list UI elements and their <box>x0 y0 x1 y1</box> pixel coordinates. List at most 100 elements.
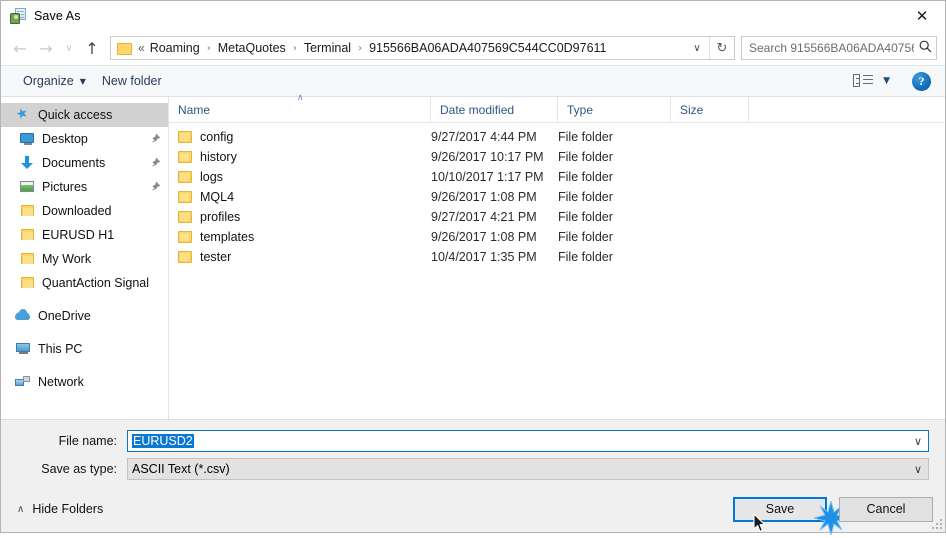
dialog-footer: ∧ Hide Folders Save Cancel <box>1 486 945 537</box>
column-header-label: Name <box>178 102 211 117</box>
breadcrumb: « Roaming › MetaQuotes › Terminal › 9155… <box>138 41 685 55</box>
sidebar-item-this-pc[interactable]: This PC <box>1 337 168 361</box>
column-header-label: Type <box>567 102 594 117</box>
file-type-cell: File folder <box>558 210 613 224</box>
chevron-up-icon: ∧ <box>17 503 25 515</box>
recent-locations-button[interactable]: ∨ <box>59 35 79 61</box>
hide-folders-button[interactable]: ∧ Hide Folders <box>11 502 103 516</box>
breadcrumb-item-terminal[interactable]: Terminal <box>301 41 354 55</box>
column-header-type[interactable]: Type <box>558 97 671 122</box>
file-type-cell: File folder <box>558 130 613 144</box>
chevron-down-icon[interactable]: ∨ <box>908 463 928 476</box>
table-row[interactable]: templates 9/26/2017 1:08 PM File folder <box>169 227 945 247</box>
pictures-icon <box>19 179 36 195</box>
file-date-cell: 9/26/2017 1:08 PM <box>431 230 537 244</box>
table-row[interactable]: MQL4 9/26/2017 1:08 PM File folder <box>169 187 945 207</box>
pin-icon[interactable] <box>147 131 163 147</box>
file-name-input[interactable]: EURUSD2 ∨ <box>127 430 929 452</box>
back-button[interactable]: ← <box>7 35 33 61</box>
breadcrumb-item-terminal-id[interactable]: 915566BA06ADA407569C544CC0D97611 <box>366 41 609 55</box>
title-bar: Save As ✕ <box>1 1 945 31</box>
network-icon <box>15 374 32 390</box>
breadcrumb-item-roaming[interactable]: Roaming <box>147 41 203 55</box>
sidebar-item-quantaction-signal[interactable]: QuantAction Signal <box>1 271 168 295</box>
pin-icon[interactable] <box>147 155 163 171</box>
file-type-cell: File folder <box>558 170 613 184</box>
sidebar-divider <box>1 295 168 304</box>
search-input[interactable]: Search 915566BA06ADA40756... <box>741 36 937 60</box>
sidebar-item-network[interactable]: Network <box>1 370 168 394</box>
column-header-name[interactable]: Name ∧ <box>169 93 431 122</box>
file-name-row: File name: EURUSD2 ∨ <box>17 430 929 452</box>
folder-icon <box>178 151 193 163</box>
breadcrumb-separator-icon: › <box>358 42 363 54</box>
table-row[interactable]: history 9/26/2017 10:17 PM File folder <box>169 147 945 167</box>
view-options-button[interactable]: ▼ <box>845 70 912 92</box>
save-as-type-label: Save as type: <box>41 462 117 476</box>
help-button[interactable]: ? <box>912 71 931 91</box>
chevron-down-icon[interactable]: ∨ <box>908 435 928 448</box>
command-bar: Organize ▼ New folder ▼ ? <box>1 65 945 97</box>
folder-icon <box>178 191 193 203</box>
column-header-row: Name ∧ Date modified Type Size <box>169 93 945 123</box>
file-type-cell: File folder <box>558 250 613 264</box>
save-button-label: Save <box>765 502 795 516</box>
sidebar-item-onedrive[interactable]: OneDrive <box>1 304 168 328</box>
sidebar-divider <box>1 361 168 370</box>
resize-grip[interactable] <box>930 517 942 529</box>
organize-button[interactable]: Organize ▼ <box>15 71 94 91</box>
pin-icon[interactable] <box>147 179 163 195</box>
save-as-dialog: Save As ✕ ← → ∨ ↑ « Roaming › MetaQuotes… <box>0 0 946 537</box>
breadcrumb-item-metaquotes[interactable]: MetaQuotes <box>215 41 289 55</box>
table-row[interactable]: profiles 9/27/2017 4:21 PM File folder <box>169 207 945 227</box>
save-form: File name: EURUSD2 ∨ Save as type: ASCII… <box>1 419 945 486</box>
hide-folders-label: Hide Folders <box>32 502 104 516</box>
documents-icon <box>19 155 36 171</box>
save-as-app-icon <box>10 8 26 24</box>
sidebar-divider <box>1 328 168 337</box>
sidebar-item-label: This PC <box>38 342 83 356</box>
save-as-type-select[interactable]: ASCII Text (*.csv) ∨ <box>127 458 929 480</box>
chevron-down-icon[interactable]: ∨ <box>685 37 709 59</box>
sidebar-item-label: My Work <box>42 252 92 266</box>
address-bar[interactable]: « Roaming › MetaQuotes › Terminal › 9155… <box>110 36 735 60</box>
file-date-cell: 9/27/2017 4:44 PM <box>431 130 537 144</box>
forward-button[interactable]: → <box>33 35 59 61</box>
table-row[interactable]: config 9/27/2017 4:44 PM File folder <box>169 127 945 147</box>
file-list: config 9/27/2017 4:44 PM File folder his… <box>169 123 945 419</box>
column-header-size[interactable]: Size <box>671 97 749 122</box>
column-header-label: Size <box>680 102 704 117</box>
refresh-icon[interactable]: ↻ <box>709 37 734 59</box>
folder-icon <box>19 203 36 219</box>
search-icon[interactable] <box>914 40 936 56</box>
cancel-button[interactable]: Cancel <box>839 496 933 522</box>
sidebar-item-my-work[interactable]: My Work <box>1 247 168 271</box>
navigation-pane: Quick access Desktop Documents Pictures <box>1 97 169 419</box>
column-header-date-modified[interactable]: Date modified <box>431 97 558 122</box>
sidebar-item-pictures[interactable]: Pictures <box>1 175 168 199</box>
breadcrumb-overflow-icon[interactable]: « <box>138 41 147 55</box>
file-name-cell: tester <box>169 250 431 264</box>
new-folder-button[interactable]: New folder <box>94 71 170 91</box>
table-row[interactable]: logs 10/10/2017 1:17 PM File folder <box>169 167 945 187</box>
folder-icon <box>19 227 36 243</box>
close-icon[interactable]: ✕ <box>899 1 945 31</box>
sidebar-item-quick-access[interactable]: Quick access <box>1 103 168 127</box>
sort-ascending-icon: ∧ <box>297 93 304 103</box>
folder-icon <box>19 275 36 291</box>
file-name: logs <box>200 170 223 184</box>
file-name: templates <box>200 230 255 244</box>
file-type-cell: File folder <box>558 150 613 164</box>
file-name: MQL4 <box>200 190 235 204</box>
sidebar-item-desktop[interactable]: Desktop <box>1 127 168 151</box>
up-button[interactable]: ↑ <box>79 35 105 61</box>
sidebar-item-downloaded[interactable]: Downloaded <box>1 199 168 223</box>
folder-icon <box>178 251 193 263</box>
save-as-type-value: ASCII Text (*.csv) <box>132 462 230 476</box>
save-button[interactable]: Save <box>733 496 850 537</box>
sidebar-item-documents[interactable]: Documents <box>1 151 168 175</box>
column-header-label: Date modified <box>440 102 515 117</box>
breadcrumb-separator-icon: › <box>292 42 297 54</box>
sidebar-item-eurusd-h1[interactable]: EURUSD H1 <box>1 223 168 247</box>
table-row[interactable]: tester 10/4/2017 1:35 PM File folder <box>169 247 945 267</box>
